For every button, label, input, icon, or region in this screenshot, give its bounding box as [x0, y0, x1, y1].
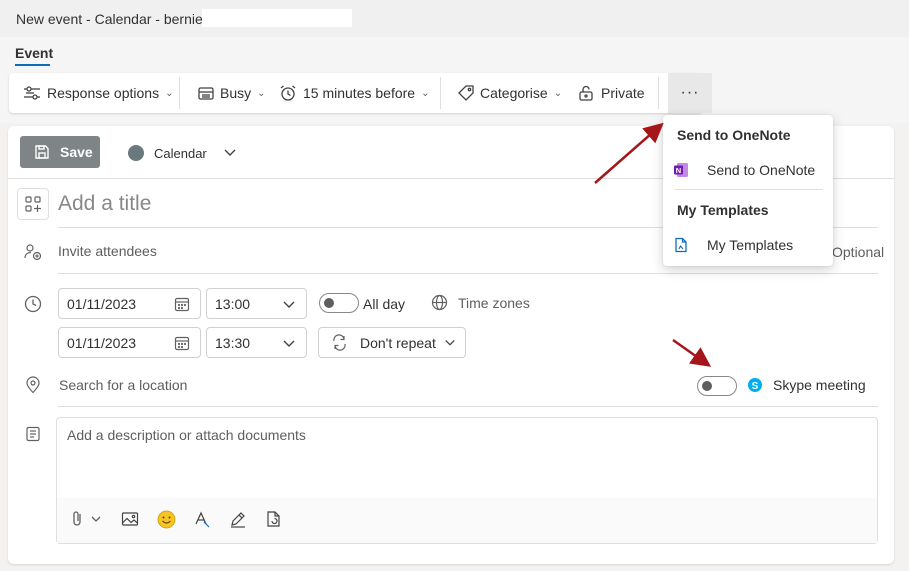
notes-icon [26, 426, 40, 442]
repeat-icon [333, 334, 346, 351]
reminder-label: 15 minutes before [303, 85, 416, 101]
optional-attendees-link[interactable]: Optional [832, 244, 884, 260]
send-to-onenote-item[interactable]: N Send to OneNote [673, 156, 815, 184]
calendar-icon[interactable] [174, 296, 190, 312]
calendar-icon[interactable] [174, 335, 190, 351]
save-button[interactable]: Save [20, 136, 100, 168]
start-date-value: 01/11/2023 [67, 295, 137, 312]
skype-meeting-toggle[interactable] [697, 376, 737, 396]
toolbar-divider [179, 77, 180, 109]
skype-icon: S [748, 378, 762, 392]
title-icon-button[interactable] [17, 188, 49, 220]
response-options-button[interactable]: Response options ⌄ [23, 73, 173, 113]
more-options-button[interactable]: ··· [668, 73, 712, 113]
pen-icon[interactable] [229, 510, 247, 528]
save-icon [35, 145, 49, 159]
my-templates-label: My Templates [707, 237, 794, 253]
ribbon-toolbar: Response options ⌄ Busy ⌄ 15 minutes bef… [9, 73, 712, 113]
private-label: Private [601, 85, 645, 101]
start-time-value: 13:00 [215, 295, 251, 312]
chevron-down-icon: ⌄ [421, 87, 430, 99]
insert-file-icon[interactable] [265, 510, 283, 528]
calendar-selector[interactable]: Calendar [154, 146, 207, 161]
menu-divider [675, 189, 823, 190]
ribbon: Event Response options ⌄ Busy ⌄ 15 minut… [0, 37, 909, 123]
onenote-icon: N [674, 163, 688, 177]
redacted-email [202, 9, 352, 27]
event-type-icon [25, 196, 41, 212]
chevron-down-icon [445, 339, 455, 346]
categorise-button[interactable]: Categorise ⌄ [457, 73, 562, 113]
save-label: Save [60, 144, 93, 160]
busy-button[interactable]: Busy ⌄ [197, 73, 266, 113]
divider [58, 406, 878, 407]
response-options-label: Response options [47, 85, 160, 101]
all-day-toggle[interactable] [319, 293, 359, 313]
tab-event-underline [15, 64, 50, 66]
busy-icon [198, 87, 214, 100]
more-options-icon: ··· [680, 84, 700, 101]
chevron-down-icon[interactable] [282, 337, 296, 351]
more-options-menu: Send to OneNote N Send to OneNote My Tem… [663, 115, 833, 266]
reminder-button[interactable]: 15 minutes before ⌄ [279, 73, 429, 113]
globe-icon [431, 294, 448, 311]
toolbar-divider [658, 77, 659, 109]
end-time-input[interactable]: 13:30 [206, 327, 307, 358]
menu-section-header: Send to OneNote [677, 127, 791, 143]
busy-label: Busy [220, 85, 252, 101]
svg-text:N: N [676, 166, 681, 175]
tag-icon [458, 85, 474, 101]
attach-icon[interactable] [71, 510, 103, 528]
emoji-icon[interactable] [157, 510, 176, 529]
clock-icon [24, 295, 42, 313]
end-time-value: 13:30 [215, 334, 251, 351]
end-date-value: 01/11/2023 [67, 334, 137, 351]
alarm-clock-icon [280, 85, 296, 101]
chevron-down-icon[interactable] [282, 298, 296, 312]
repeat-value: Don't repeat [360, 334, 436, 351]
description-editor[interactable]: Add a description or attach documents [56, 417, 878, 544]
chevron-down-icon: ⌄ [257, 87, 266, 99]
image-icon[interactable] [121, 510, 139, 528]
add-people-icon [24, 244, 42, 261]
invite-attendees-input[interactable]: Invite attendees [58, 243, 157, 259]
calendar-color-dot [128, 145, 144, 161]
divider [58, 273, 878, 274]
window-titlebar: New event - Calendar - bernie [0, 0, 909, 37]
description-input[interactable]: Add a description or attach documents [67, 427, 306, 443]
private-button[interactable]: Private [577, 73, 645, 113]
chevron-down-icon[interactable] [223, 145, 237, 159]
response-options-icon [24, 86, 40, 100]
toggle-knob [324, 298, 334, 308]
menu-section-header: My Templates [677, 202, 769, 218]
toggle-knob [702, 381, 712, 391]
location-icon [26, 376, 40, 394]
send-to-onenote-label: Send to OneNote [707, 162, 816, 178]
location-input[interactable]: Search for a location [59, 377, 187, 393]
svg-text:S: S [752, 381, 759, 392]
time-zones-button[interactable]: Time zones [458, 295, 530, 311]
start-date-input[interactable]: 01/11/2023 [58, 288, 201, 319]
end-date-input[interactable]: 01/11/2023 [58, 327, 201, 358]
description-toolbar [57, 498, 877, 543]
chevron-down-icon: ⌄ [165, 87, 174, 99]
tab-event[interactable]: Event [15, 45, 53, 61]
my-templates-item[interactable]: My Templates [673, 231, 793, 259]
chevron-down-icon: ⌄ [553, 87, 563, 99]
start-time-input[interactable]: 13:00 [206, 288, 307, 319]
all-day-label: All day [363, 296, 406, 312]
format-painter-icon[interactable] [193, 510, 211, 528]
template-icon [675, 237, 687, 253]
title-input[interactable]: Add a title [58, 192, 151, 216]
toolbar-divider [440, 77, 441, 109]
skype-meeting-label: Skype meeting [773, 377, 866, 393]
window-title: New event - Calendar - bernie [16, 11, 203, 27]
lock-icon [579, 85, 593, 101]
repeat-dropdown[interactable]: Don't repeat [318, 327, 466, 358]
categorise-label: Categorise [480, 85, 548, 101]
